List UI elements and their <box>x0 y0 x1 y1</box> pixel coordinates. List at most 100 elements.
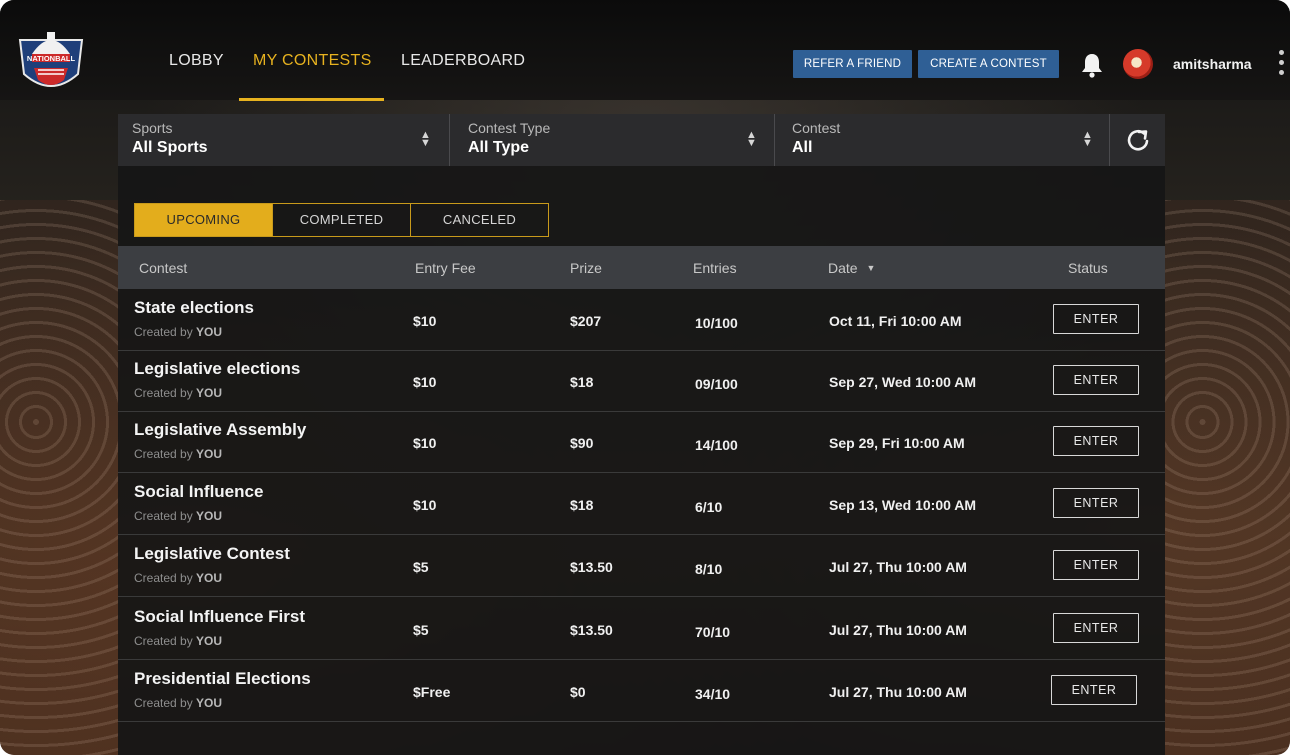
created-by: Created by YOU <box>134 696 223 710</box>
entry-fee: $Free <box>413 684 451 700</box>
contest-name: Legislative elections <box>134 359 301 378</box>
contest-date: Oct 11, Fri 10:00 AM <box>829 313 962 329</box>
column-header-entry-fee: Entry Fee <box>415 260 476 276</box>
top-navigation-bar: NATIONBALL LOBBY MY CONTESTS LEADERBOARD… <box>0 0 1290 101</box>
created-by: Created by YOU <box>134 634 223 648</box>
entries: 09/100 <box>695 376 738 392</box>
entries: 6/10 <box>695 499 723 515</box>
sports-filter-label: Sports <box>132 120 173 136</box>
column-header-prize: Prize <box>570 260 602 276</box>
filter-divider <box>774 114 775 166</box>
username[interactable]: amitsharma <box>1173 56 1252 72</box>
nav-lobby[interactable]: LOBBY <box>169 52 224 70</box>
entry-fee: $10 <box>413 374 437 390</box>
prize: $13.50 <box>570 622 613 638</box>
select-arrows-icon: ▲ ▼ <box>420 129 431 149</box>
sort-down-icon: ▼ <box>866 263 876 273</box>
contest-date: Sep 27, Wed 10:00 AM <box>829 374 977 390</box>
created-by: Created by YOU <box>134 447 223 461</box>
entries: 8/10 <box>695 561 723 577</box>
refresh-icon <box>1127 129 1149 151</box>
create-contest-button[interactable]: CREATE A CONTEST <box>918 50 1059 78</box>
created-by: Created by YOU <box>134 509 223 523</box>
entry-fee: $5 <box>413 622 429 638</box>
contest-filter-value: All <box>792 139 813 156</box>
contest-filter-select[interactable]: Contest All ▲ ▼ <box>778 114 1108 166</box>
entries: 70/10 <box>695 624 731 640</box>
table-row: Social Influence First Created by YOU $5… <box>118 599 1165 660</box>
contest-date: Jul 27, Thu 10:00 AM <box>829 622 967 638</box>
contest-date: Sep 29, Fri 10:00 AM <box>829 435 965 451</box>
contest-name: Legislative Assembly <box>134 420 307 439</box>
entry-fee: $5 <box>413 559 429 575</box>
tab-upcoming[interactable]: UPCOMING <box>135 204 273 236</box>
entry-fee: $10 <box>413 497 437 513</box>
contest-name: Social Influence <box>134 482 264 501</box>
kebab-menu-icon[interactable] <box>1276 50 1286 80</box>
prize: $0 <box>570 684 586 700</box>
column-header-contest: Contest <box>139 260 188 276</box>
avatar[interactable] <box>1123 49 1153 79</box>
contest-date: Sep 13, Wed 10:00 AM <box>829 497 977 513</box>
tab-completed[interactable]: COMPLETED <box>273 204 411 236</box>
created-by: Created by YOU <box>134 325 223 339</box>
column-header-status: Status <box>1068 260 1108 276</box>
filter-divider <box>1109 114 1110 166</box>
table-row: Presidential Elections Created by YOU $F… <box>118 661 1165 722</box>
created-by: Created by YOU <box>134 386 223 400</box>
entries: 34/10 <box>695 686 731 702</box>
contest-type-filter-value: All Type <box>468 139 530 156</box>
sports-filter-select[interactable]: Sports All Sports ▲ ▼ <box>118 114 449 166</box>
contest-name: Presidential Elections <box>134 669 311 688</box>
nav-my-contests[interactable]: MY CONTESTS <box>253 52 372 70</box>
column-header-date-label: Date <box>828 260 858 276</box>
nationball-logo[interactable]: NATIONBALL <box>12 30 90 100</box>
enter-button[interactable]: ENTER <box>1053 426 1139 456</box>
prize: $18 <box>570 374 594 390</box>
background-crowd-right <box>1165 200 1290 755</box>
table-header: Contest Entry Fee Prize Entries Date ▼ S… <box>118 246 1165 289</box>
entries: 10/100 <box>695 315 738 331</box>
nav-active-underline <box>239 98 384 101</box>
entry-fee: $10 <box>413 313 437 329</box>
prize: $18 <box>570 497 594 513</box>
enter-button[interactable]: ENTER <box>1053 550 1139 580</box>
refresh-button[interactable] <box>1112 114 1165 166</box>
enter-button[interactable]: ENTER <box>1051 675 1137 705</box>
sports-filter-value: All Sports <box>132 139 208 156</box>
table-row: State elections Created by YOU $10 $207 … <box>118 290 1165 351</box>
refer-a-friend-button[interactable]: REFER A FRIEND <box>793 50 912 78</box>
entry-fee: $10 <box>413 435 437 451</box>
bell-icon[interactable] <box>1080 52 1104 78</box>
app-frame: NATIONBALL LOBBY MY CONTESTS LEADERBOARD… <box>0 0 1290 755</box>
contest-date: Jul 27, Thu 10:00 AM <box>829 559 967 575</box>
contest-name: State elections <box>134 298 254 317</box>
column-header-entries: Entries <box>693 260 737 276</box>
filter-bar: Sports All Sports ▲ ▼ Contest Type All Ty… <box>118 114 1165 166</box>
created-by: Created by YOU <box>134 571 223 585</box>
table-row: Legislative Assembly Created by YOU $10 … <box>118 412 1165 473</box>
enter-button[interactable]: ENTER <box>1053 365 1139 395</box>
table-row: Legislative Contest Created by YOU $5 $1… <box>118 536 1165 597</box>
logo-text: NATIONBALL <box>27 54 76 63</box>
contest-name: Social Influence First <box>134 607 305 626</box>
entries: 14/100 <box>695 437 738 453</box>
prize: $90 <box>570 435 594 451</box>
background-crowd-left <box>0 200 120 755</box>
tab-canceled[interactable]: CANCELED <box>411 204 548 236</box>
select-arrows-icon: ▲ ▼ <box>1082 129 1093 149</box>
contest-filter-label: Contest <box>792 120 841 136</box>
status-tabs: UPCOMING COMPLETED CANCELED <box>134 203 549 237</box>
filter-divider <box>449 114 450 166</box>
enter-button[interactable]: ENTER <box>1053 304 1139 334</box>
table-row: Legislative elections Created by YOU $10… <box>118 351 1165 412</box>
table-row: Social Influence Created by YOU $10 $18 … <box>118 474 1165 535</box>
column-header-date[interactable]: Date ▼ <box>828 260 875 276</box>
nav-leaderboard[interactable]: LEADERBOARD <box>401 52 525 70</box>
prize: $13.50 <box>570 559 613 575</box>
contest-date: Jul 27, Thu 10:00 AM <box>829 684 967 700</box>
enter-button[interactable]: ENTER <box>1053 613 1139 643</box>
select-arrows-icon: ▲ ▼ <box>746 129 757 149</box>
contest-type-filter-select[interactable]: Contest Type All Type ▲ ▼ <box>454 114 774 166</box>
enter-button[interactable]: ENTER <box>1053 488 1139 518</box>
